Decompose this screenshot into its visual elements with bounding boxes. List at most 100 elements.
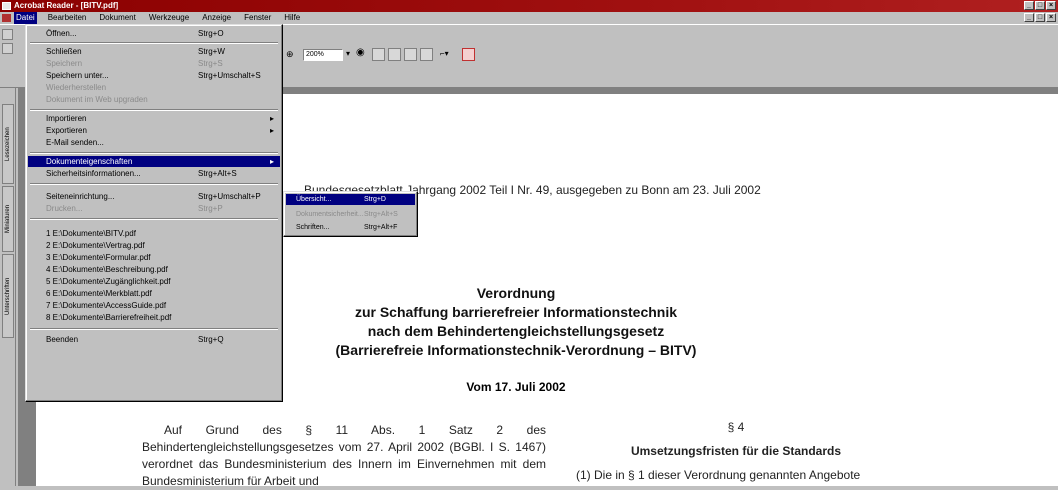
menu-item-revert: Wiederherstellen bbox=[28, 82, 280, 93]
menu-item-page-setup[interactable]: Seiteneinrichtung... Strg+Umschalt+P bbox=[28, 191, 280, 202]
fit-visible-icon[interactable] bbox=[420, 48, 433, 61]
menu-item-close[interactable]: Schließen Strg+W bbox=[28, 46, 280, 57]
menu-item-label: Sicherheitsinformationen... bbox=[46, 169, 141, 178]
title-line-3: nach dem Behindertengleichstellungsgeset… bbox=[367, 323, 665, 339]
menu-item-import[interactable]: Importieren ▸ bbox=[28, 113, 280, 124]
menu-item-shortcut: Strg+P bbox=[198, 204, 223, 213]
maximize-button[interactable]: □ bbox=[1035, 1, 1045, 10]
menu-item-label: Schließen bbox=[46, 47, 82, 56]
acrobat-window: Acrobat Reader - [BITV.pdf] _ □ × Datei … bbox=[0, 0, 1058, 488]
menu-separator bbox=[30, 152, 278, 154]
menu-item-label: E-Mail senden... bbox=[46, 138, 104, 147]
menu-datei[interactable]: Datei bbox=[14, 12, 37, 24]
menu-item-export[interactable]: Exportieren ▸ bbox=[28, 125, 280, 136]
document-properties-submenu: Übersicht... Strg+D Dokumentsicherheit...… bbox=[283, 191, 418, 237]
acrobat-help-icon[interactable] bbox=[462, 48, 475, 61]
menu-item-label: 7 E:\Dokumente\AccessGuide.pdf bbox=[46, 301, 167, 310]
recent-file-7[interactable]: 7 E:\Dokumente\AccessGuide.pdf bbox=[28, 300, 280, 311]
section-text: (1) Die in § 1 dieser Verordnung genannt… bbox=[576, 468, 861, 482]
doc-restore-button[interactable]: □ bbox=[1035, 13, 1045, 22]
submenu-item-security: Dokumentsicherheit... Strg+Alt+S bbox=[286, 209, 415, 220]
zoom-in-icon[interactable]: ⊕ bbox=[286, 49, 294, 60]
submenu-item-summary[interactable]: Übersicht... Strg+D bbox=[286, 194, 415, 205]
tab-thumbnails[interactable]: Miniaturen bbox=[2, 186, 14, 252]
tab-bookmarks[interactable]: Lesezeichen bbox=[2, 104, 14, 184]
minimize-button[interactable]: _ bbox=[1024, 1, 1034, 10]
menu-item-exit[interactable]: Beenden Strg+Q bbox=[28, 334, 280, 345]
zoom-tool-icon[interactable]: ◉ bbox=[356, 47, 365, 58]
submenu-item-fonts[interactable]: Schriften... Strg+Alt+F bbox=[286, 222, 415, 233]
menu-item-security-info[interactable]: Sicherheitsinformationen... Strg+Alt+S bbox=[28, 168, 280, 179]
navigation-pane-tabs: Lesezeichen Miniaturen Unterschriften bbox=[0, 88, 16, 486]
menu-bearbeiten[interactable]: Bearbeiten bbox=[46, 12, 89, 24]
open-icon[interactable] bbox=[2, 29, 13, 40]
menu-item-label: Seiteneinrichtung... bbox=[46, 192, 115, 201]
menu-item-open[interactable]: Öffnen... Strg+O bbox=[28, 28, 280, 39]
close-button[interactable]: × bbox=[1046, 1, 1056, 10]
rotate-icon[interactable]: ⌐▾ bbox=[440, 49, 449, 58]
section-number: § 4 bbox=[727, 420, 745, 434]
menu-item-shortcut: Strg+Q bbox=[198, 335, 224, 344]
menu-item-shortcut: Strg+Alt+S bbox=[198, 169, 237, 178]
menu-item-label: Dokumentsicherheit... bbox=[296, 211, 364, 218]
menu-item-upgrade: Dokument im Web upgraden bbox=[28, 94, 280, 105]
menu-item-save: Speichern Strg+S bbox=[28, 58, 280, 69]
menu-fenster[interactable]: Fenster bbox=[242, 12, 273, 24]
menu-item-shortcut: Strg+S bbox=[198, 59, 223, 68]
fit-page-icon[interactable] bbox=[388, 48, 401, 61]
menu-item-label: 4 E:\Dokumente\Beschreibung.pdf bbox=[46, 265, 168, 274]
menu-item-shortcut: Strg+O bbox=[198, 29, 224, 38]
menu-item-label: Dokumenteigenschaften bbox=[46, 157, 133, 166]
menu-separator bbox=[30, 218, 278, 220]
recent-file-8[interactable]: 8 E:\Dokumente\Barrierefreiheit.pdf bbox=[28, 312, 280, 323]
title-line-4: (Barrierefreie Informationstechnik-Veror… bbox=[335, 342, 697, 358]
doc-minimize-button[interactable]: _ bbox=[1024, 13, 1034, 22]
window-title: Acrobat Reader - [BITV.pdf] bbox=[14, 1, 119, 10]
menu-item-label: Speichern unter... bbox=[46, 71, 109, 80]
menu-item-shortcut: Strg+W bbox=[198, 47, 225, 56]
menu-dokument[interactable]: Dokument bbox=[97, 12, 137, 24]
menu-separator bbox=[30, 109, 278, 111]
document-date: Vom 17. Juli 2002 bbox=[466, 380, 566, 394]
recent-file-3[interactable]: 3 E:\Dokumente\Formular.pdf bbox=[28, 252, 280, 263]
title-line-1: Verordnung bbox=[476, 285, 556, 301]
actual-size-icon[interactable] bbox=[372, 48, 385, 61]
document-title: Verordnung zur Schaffung barrierefreier … bbox=[296, 284, 736, 360]
fit-width-icon[interactable] bbox=[404, 48, 417, 61]
doc-close-button[interactable]: × bbox=[1046, 13, 1056, 22]
menu-bar: Datei Bearbeiten Dokument Werkzeuge Anze… bbox=[0, 12, 1058, 24]
document-icon[interactable] bbox=[2, 14, 11, 22]
recent-file-6[interactable]: 6 E:\Dokumente\Merkblatt.pdf bbox=[28, 288, 280, 299]
recent-file-4[interactable]: 4 E:\Dokumente\Beschreibung.pdf bbox=[28, 264, 280, 275]
file-menu-dropdown: Öffnen... Strg+O Schließen Strg+W Speicher… bbox=[25, 24, 283, 402]
left-paragraph: Auf Grund des § 11 Abs. 1 Satz 2 des Beh… bbox=[142, 423, 546, 488]
acrobat-app-icon[interactable] bbox=[2, 2, 11, 10]
recent-file-1[interactable]: 1 E:\Dokumente\BITV.pdf bbox=[28, 228, 280, 239]
recent-file-5[interactable]: 5 E:\Dokumente\Zugänglichkeit.pdf bbox=[28, 276, 280, 287]
hand-tool-icon[interactable] bbox=[2, 43, 13, 54]
menu-item-email[interactable]: E-Mail senden... bbox=[28, 137, 280, 148]
zoom-input[interactable]: 200% bbox=[303, 49, 343, 61]
menu-item-label: 1 E:\Dokumente\BITV.pdf bbox=[46, 229, 136, 238]
zoom-dropdown-icon[interactable]: ▾ bbox=[346, 49, 350, 58]
zoom-value: 200% bbox=[306, 51, 324, 58]
menu-item-label: Öffnen... bbox=[46, 29, 77, 38]
menu-item-label: 6 E:\Dokumente\Merkblatt.pdf bbox=[46, 289, 152, 298]
menu-item-label: 5 E:\Dokumente\Zugänglichkeit.pdf bbox=[46, 277, 171, 286]
tab-signatures[interactable]: Unterschriften bbox=[2, 254, 14, 338]
menu-item-save-as[interactable]: Speichern unter... Strg+Umschalt+S bbox=[28, 70, 280, 81]
menu-item-label: Übersicht... bbox=[296, 196, 332, 203]
menu-item-document-properties[interactable]: Dokumenteigenschaften ▸ bbox=[28, 156, 280, 167]
menu-hilfe[interactable]: Hilfe bbox=[282, 12, 302, 24]
title-line-2: zur Schaffung barrierefreier Information… bbox=[354, 304, 678, 320]
menu-item-label: 8 E:\Dokumente\Barrierefreiheit.pdf bbox=[46, 313, 172, 322]
menu-item-label: Beenden bbox=[46, 335, 79, 344]
menu-item-label: Importieren bbox=[46, 114, 87, 123]
menu-anzeige[interactable]: Anzeige bbox=[200, 12, 233, 24]
recent-file-2[interactable]: 2 E:\Dokumente\Vertrag.pdf bbox=[28, 240, 280, 251]
menu-werkzeuge[interactable]: Werkzeuge bbox=[147, 12, 191, 24]
menu-separator bbox=[30, 328, 278, 330]
menu-separator bbox=[30, 42, 278, 44]
section-title: Umsetzungsfristen für die Standards bbox=[630, 444, 842, 458]
menu-item-label: Wiederherstellen bbox=[46, 83, 107, 92]
